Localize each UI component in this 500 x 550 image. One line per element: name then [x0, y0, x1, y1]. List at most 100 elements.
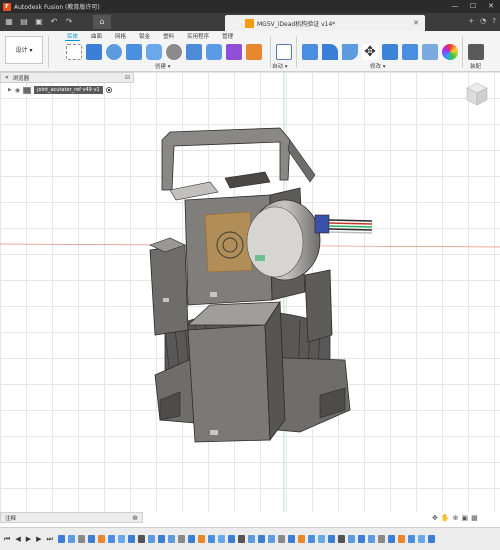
cylinder-icon[interactable]	[146, 44, 162, 60]
mirror-icon[interactable]	[206, 44, 222, 60]
align-icon[interactable]	[382, 44, 398, 60]
tab-mesh[interactable]: 网格	[113, 32, 128, 41]
step-forward-icon[interactable]: ▶	[36, 535, 41, 543]
timeline-feature-icon[interactable]	[67, 535, 75, 543]
tab-solid[interactable]: 实体	[65, 32, 81, 41]
appearance-icon[interactable]	[442, 44, 458, 60]
tab-manage[interactable]: 管理	[220, 32, 235, 41]
grid-settings-icon[interactable]: ▦	[471, 514, 478, 522]
timeline-feature-icon[interactable]	[117, 535, 125, 543]
hole-icon[interactable]	[166, 44, 182, 60]
timeline-feature-icon[interactable]	[187, 535, 195, 543]
display-settings-icon[interactable]: ▣	[461, 514, 468, 522]
fillet-icon[interactable]	[322, 44, 338, 60]
timeline-feature-icon[interactable]	[57, 535, 65, 543]
maximize-button[interactable]: ☐	[464, 0, 482, 13]
revolve-icon[interactable]	[106, 44, 122, 60]
home-icon[interactable]: ⌂	[93, 15, 111, 29]
pattern-icon[interactable]	[186, 44, 202, 60]
timeline-feature-icon[interactable]	[237, 535, 245, 543]
timeline-feature-icon[interactable]	[367, 535, 375, 543]
timeline-feature-icon[interactable]	[347, 535, 355, 543]
save-icon[interactable]: ▣	[33, 16, 45, 28]
tab-utilities[interactable]: 实用程序	[185, 32, 211, 41]
timeline-feature-icon[interactable]	[137, 535, 145, 543]
box-icon[interactable]	[126, 44, 142, 60]
close-button[interactable]: ✕	[482, 0, 500, 13]
timeline-feature-icon[interactable]	[427, 535, 435, 543]
timeline-feature-icon[interactable]	[327, 535, 335, 543]
timeline-feature-icon[interactable]	[377, 535, 385, 543]
step-back-icon[interactable]: ◀	[15, 535, 20, 543]
timeline-feature-icon[interactable]	[397, 535, 405, 543]
go-to-end-icon[interactable]: ⏭	[46, 535, 52, 544]
app-grid-icon[interactable]: ▦	[3, 16, 15, 28]
timeline-feature-icon[interactable]	[247, 535, 255, 543]
go-to-start-icon[interactable]: ⏮	[4, 535, 10, 544]
help-icon[interactable]: ?	[492, 17, 496, 25]
document-tab[interactable]: MG5V_iDead机构验证 v14* ✕	[225, 15, 425, 31]
comments-title: 注释	[5, 515, 17, 522]
assemble-group-label[interactable]: 装配	[470, 62, 481, 70]
close-tab-icon[interactable]: ✕	[413, 19, 419, 27]
timeline-feature-icon[interactable]	[297, 535, 305, 543]
automate-group-label[interactable]: 自动 ▾	[272, 62, 288, 70]
timeline-feature-icon[interactable]	[147, 535, 155, 543]
create-group-label[interactable]: 创建 ▾	[155, 62, 171, 70]
timeline-feature-icon[interactable]	[407, 535, 415, 543]
connector-block	[314, 214, 330, 234]
timeline-feature-icon[interactable]	[387, 535, 395, 543]
file-icon[interactable]: ▤	[18, 16, 30, 28]
timeline-feature-icon[interactable]	[307, 535, 315, 543]
modify-group-label[interactable]: 修改 ▾	[370, 62, 386, 70]
combine-icon[interactable]	[402, 44, 418, 60]
tab-surface[interactable]: 曲面	[89, 32, 104, 41]
timeline-feature-icon[interactable]	[337, 535, 345, 543]
notification-icon[interactable]: ◔	[480, 17, 486, 25]
automate-icon[interactable]	[276, 44, 292, 60]
timeline-feature-icon[interactable]	[157, 535, 165, 543]
undo-icon[interactable]: ↶	[48, 16, 60, 28]
ribbon-tabs: 实体 曲面 网格 钣金 塑料 实用程序 管理	[65, 32, 235, 41]
timeline-feature-icon[interactable]	[207, 535, 215, 543]
timeline-feature-icon[interactable]	[97, 535, 105, 543]
timeline-feature-icon[interactable]	[107, 535, 115, 543]
create-sketch-icon[interactable]	[66, 44, 82, 60]
timeline-feature-icon[interactable]	[217, 535, 225, 543]
timeline-feature-icon[interactable]	[87, 535, 95, 543]
timeline-feature-icon[interactable]	[357, 535, 365, 543]
tab-sheet-metal[interactable]: 钣金	[137, 32, 152, 41]
joint-icon[interactable]	[468, 44, 484, 60]
chamfer-icon[interactable]	[342, 44, 358, 60]
zoom-icon[interactable]: ⊕	[453, 514, 459, 522]
tab-plastic[interactable]: 塑料	[161, 32, 176, 41]
press-pull-icon[interactable]	[302, 44, 318, 60]
timeline-feature-icon[interactable]	[197, 535, 205, 543]
minimize-button[interactable]: —	[446, 0, 464, 13]
move-icon[interactable]: ✥	[362, 44, 378, 60]
timeline-feature-icon[interactable]	[167, 535, 175, 543]
scale-icon[interactable]	[422, 44, 438, 60]
timeline-feature-icon[interactable]	[267, 535, 275, 543]
redo-icon[interactable]: ↷	[63, 16, 75, 28]
actuator-3d-model[interactable]	[140, 120, 380, 460]
extrude-icon[interactable]	[86, 44, 102, 60]
create-base-feature-icon[interactable]	[246, 44, 262, 60]
timeline-feature-icon[interactable]	[287, 535, 295, 543]
timeline-feature-icon[interactable]	[317, 535, 325, 543]
timeline-feature-icon[interactable]	[227, 535, 235, 543]
timeline-feature-icon[interactable]	[417, 535, 425, 543]
create-form-icon[interactable]	[226, 44, 242, 60]
timeline-feature-icon[interactable]	[257, 535, 265, 543]
workspace-switcher[interactable]: 设计 ▾	[5, 36, 43, 64]
timeline-feature-icon[interactable]	[77, 535, 85, 543]
pan-icon[interactable]: ✋	[441, 514, 450, 522]
new-tab-icon[interactable]: +	[468, 17, 474, 25]
add-comment-icon[interactable]: ⊕	[132, 514, 138, 522]
timeline-feature-icon[interactable]	[277, 535, 285, 543]
timeline-feature-icon[interactable]	[177, 535, 185, 543]
orbit-icon[interactable]: ✥	[432, 514, 438, 522]
timeline-feature-icon[interactable]	[127, 535, 135, 543]
play-icon[interactable]: ▶	[26, 535, 31, 543]
divider	[270, 36, 271, 68]
